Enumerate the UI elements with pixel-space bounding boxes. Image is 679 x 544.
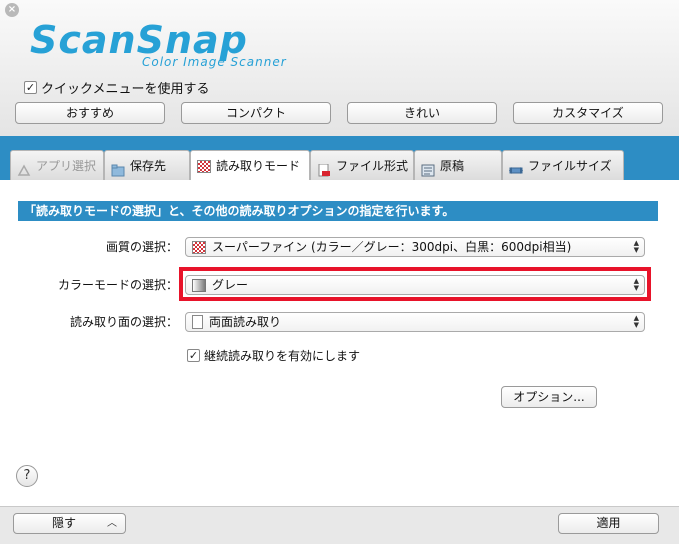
checkbox-checked-icon[interactable]: ✓	[187, 349, 200, 362]
hide-button[interactable]: 隠す ︿	[13, 513, 126, 534]
tab-file-format[interactable]: ファイル形式	[310, 150, 414, 180]
hide-label: 隠す	[52, 516, 77, 530]
tab-label: 原稿	[440, 158, 465, 173]
tab-label: ファイルサイズ	[528, 158, 612, 173]
highlight-box	[179, 267, 651, 301]
tab-document[interactable]: 原稿	[414, 150, 502, 180]
select-arrows-icon: ▲ ▼	[633, 239, 639, 254]
apply-button[interactable]: 適用	[558, 513, 659, 534]
preset-clean-button[interactable]: きれい	[347, 102, 497, 124]
page-icon	[192, 315, 203, 329]
app-select-icon	[17, 159, 31, 176]
options-button[interactable]: オプション...	[501, 386, 597, 408]
continuous-scan-label: 継続読み取りを有効にします	[204, 349, 361, 363]
tab-label: 読み取りモード	[216, 159, 301, 173]
scansnap-logo: ScanSnap Color Image Scanner	[30, 20, 320, 70]
tab-label: アプリ選択	[36, 158, 97, 173]
panel-description: 「読み取りモードの選択」と、その他の読み取りオプションの指定を行います。	[18, 201, 658, 221]
logo-sub-text: Color Image Scanner	[142, 55, 287, 69]
file-format-icon	[317, 159, 331, 177]
document-icon	[421, 159, 435, 177]
continuous-scan-checkbox[interactable]: ✓ 継続読み取りを有効にします	[187, 347, 360, 364]
scan-mode-panel	[0, 180, 679, 506]
chevron-up-icon: ︿	[107, 518, 117, 529]
checker-icon	[192, 240, 206, 254]
tab-label: 保存先	[130, 158, 167, 173]
help-icon[interactable]: ?	[16, 465, 38, 487]
logo-main-text: ScanSnap	[30, 18, 248, 62]
preset-customize-button[interactable]: カスタマイズ	[513, 102, 663, 124]
quality-value: スーパーファイン (カラー／グレー：300dpi、白黒：600dpi相当)	[212, 240, 572, 254]
tab-label: ファイル形式	[336, 158, 409, 173]
tab-scan-mode[interactable]: 読み取りモード	[190, 150, 310, 181]
checkbox-checked-icon[interactable]: ✓	[24, 81, 37, 94]
tab-file-size[interactable]: ファイルサイズ	[502, 150, 624, 180]
close-icon[interactable]: ×	[5, 3, 19, 17]
folder-icon	[111, 159, 125, 177]
checker-icon	[197, 159, 211, 173]
preset-compact-button[interactable]: コンパクト	[181, 102, 331, 124]
scan-side-value: 両面読み取り	[209, 315, 282, 329]
color-mode-label: カラーモードの選択：	[57, 278, 178, 292]
preset-recommended-button[interactable]: おすすめ	[15, 102, 165, 124]
file-size-icon	[509, 159, 523, 174]
tab-save-location[interactable]: 保存先	[104, 150, 190, 180]
scan-side-label: 読み取り面の選択：	[69, 315, 178, 329]
scan-side-select[interactable]: 両面読み取り ▲ ▼	[185, 312, 645, 332]
tab-app-select[interactable]: アプリ選択	[10, 150, 104, 180]
quick-menu-checkbox[interactable]: ✓ クイックメニューを使用する	[24, 78, 209, 97]
quality-label: 画質の選択：	[105, 240, 178, 254]
quality-select[interactable]: スーパーファイン (カラー／グレー：300dpi、白黒：600dpi相当) ▲ ▼	[185, 237, 645, 257]
select-arrows-icon: ▲ ▼	[633, 314, 639, 329]
quick-menu-label: クイックメニューを使用する	[41, 82, 210, 97]
